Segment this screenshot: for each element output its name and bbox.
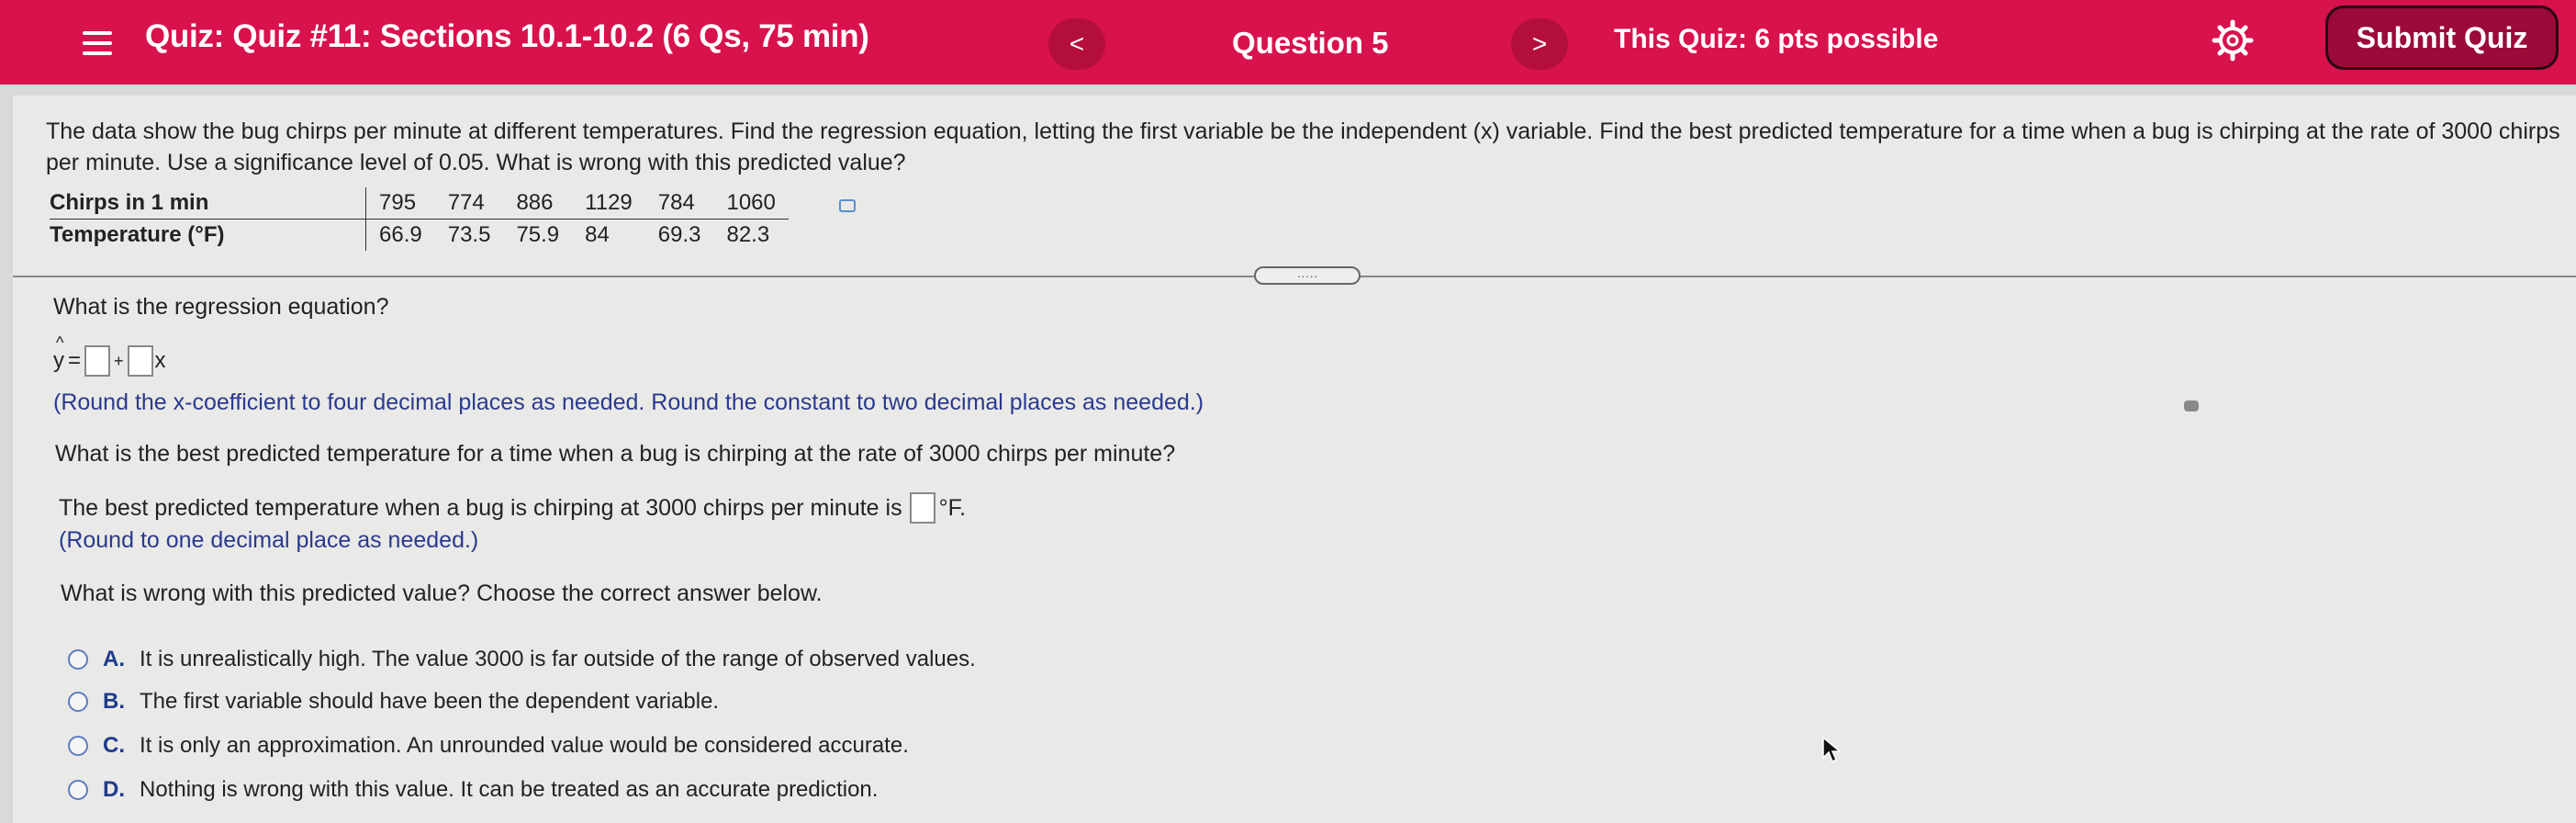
- table-cell: 1060: [713, 187, 789, 220]
- prediction-hint: (Round to one decimal place as needed.): [59, 527, 479, 553]
- prediction-answer-prefix: The best predicted temperature when a bu…: [59, 494, 902, 521]
- mouse-pointer-icon: [1822, 736, 1842, 763]
- table-cell: 774: [434, 187, 504, 220]
- choice-text: It is unrealistically high. The value 30…: [140, 647, 976, 671]
- y-hat-symbol: ^ y: [53, 333, 64, 373]
- gear-icon[interactable]: [2211, 18, 2255, 62]
- radio-button[interactable]: [68, 736, 88, 756]
- points-info: This Quiz: 6 pts possible: [1614, 24, 1939, 54]
- top-bar: Quiz: Quiz #11: Sections 10.1-10.2 (6 Qs…: [0, 0, 2576, 85]
- table-cell: 73.5: [447, 222, 491, 247]
- radio-button[interactable]: [68, 780, 88, 800]
- choice-b[interactable]: B. The first variable should have been t…: [68, 689, 719, 715]
- choice-letter: B.: [103, 689, 125, 714]
- radio-button[interactable]: [68, 649, 88, 670]
- choice-prompt: What is wrong with this predicted value?…: [61, 581, 823, 606]
- status-dot-icon: [2184, 400, 2199, 412]
- regression-prompt: What is the regression equation?: [53, 294, 389, 320]
- table-cell: 795: [365, 187, 435, 220]
- equals-sign: =: [68, 348, 82, 373]
- choice-letter: A.: [103, 647, 125, 671]
- table-cell: 66.9: [379, 222, 422, 247]
- choice-a[interactable]: A. It is unrealistically high. The value…: [68, 647, 976, 672]
- quiz-title: Quiz: Quiz #11: Sections 10.1-10.2 (6 Qs…: [145, 18, 869, 54]
- table-cell: 886: [503, 187, 573, 220]
- next-question-button[interactable]: >: [1511, 18, 1568, 70]
- x-variable: x: [154, 348, 166, 373]
- collapse-handle[interactable]: ·····: [1254, 266, 1361, 285]
- previous-question-button[interactable]: <: [1048, 18, 1105, 70]
- table-cell: 84: [585, 222, 610, 247]
- row-label: Temperature (°F): [50, 219, 366, 251]
- copy-data-icon[interactable]: [839, 199, 856, 212]
- data-table: Chirps in 1 min 795 774 886 1129 784 106…: [50, 187, 789, 251]
- question-panel: The data show the bug chirps per minute …: [13, 96, 2576, 823]
- choice-c[interactable]: C. It is only an approximation. An unrou…: [68, 733, 909, 759]
- choice-text: It is only an approximation. An unrounde…: [140, 733, 909, 758]
- choice-d[interactable]: D. Nothing is wrong with this value. It …: [68, 777, 878, 803]
- regression-hint: (Round the x-coefficient to four decimal…: [53, 389, 1204, 415]
- table-cell: 82.3: [726, 222, 770, 247]
- prediction-answer-line: The best predicted temperature when a bu…: [59, 492, 966, 524]
- question-number: Question 5: [1232, 26, 1389, 60]
- table-cell: 75.9: [516, 222, 560, 247]
- hamburger-menu-icon[interactable]: [83, 31, 112, 55]
- choice-text: Nothing is wrong with this value. It can…: [140, 777, 879, 802]
- submit-quiz-button[interactable]: Submit Quiz: [2325, 6, 2559, 70]
- choice-letter: D.: [103, 777, 125, 802]
- row-label: Chirps in 1 min: [50, 187, 366, 220]
- choice-text: The first variable should have been the …: [140, 689, 720, 714]
- question-text: The data show the bug chirps per minute …: [46, 118, 2560, 175]
- table-row: Temperature (°F) 66.9 73.5 75.9 84 69.3 …: [50, 219, 789, 251]
- plus-sign: +: [114, 351, 124, 370]
- constant-input[interactable]: [84, 345, 111, 377]
- choice-letter: C.: [103, 733, 125, 758]
- prediction-prompt: What is the best predicted temperature f…: [55, 441, 1176, 467]
- regression-equation: ^ y = + x: [53, 333, 166, 377]
- coefficient-input[interactable]: [127, 345, 153, 377]
- prediction-unit: °F.: [938, 494, 967, 521]
- table-cell: 69.3: [657, 222, 701, 247]
- table-row: Chirps in 1 min 795 774 886 1129 784 106…: [50, 187, 789, 220]
- table-cell: 1129: [572, 187, 645, 220]
- prediction-input[interactable]: [909, 492, 935, 524]
- radio-button[interactable]: [68, 692, 88, 712]
- table-cell: 784: [644, 187, 714, 220]
